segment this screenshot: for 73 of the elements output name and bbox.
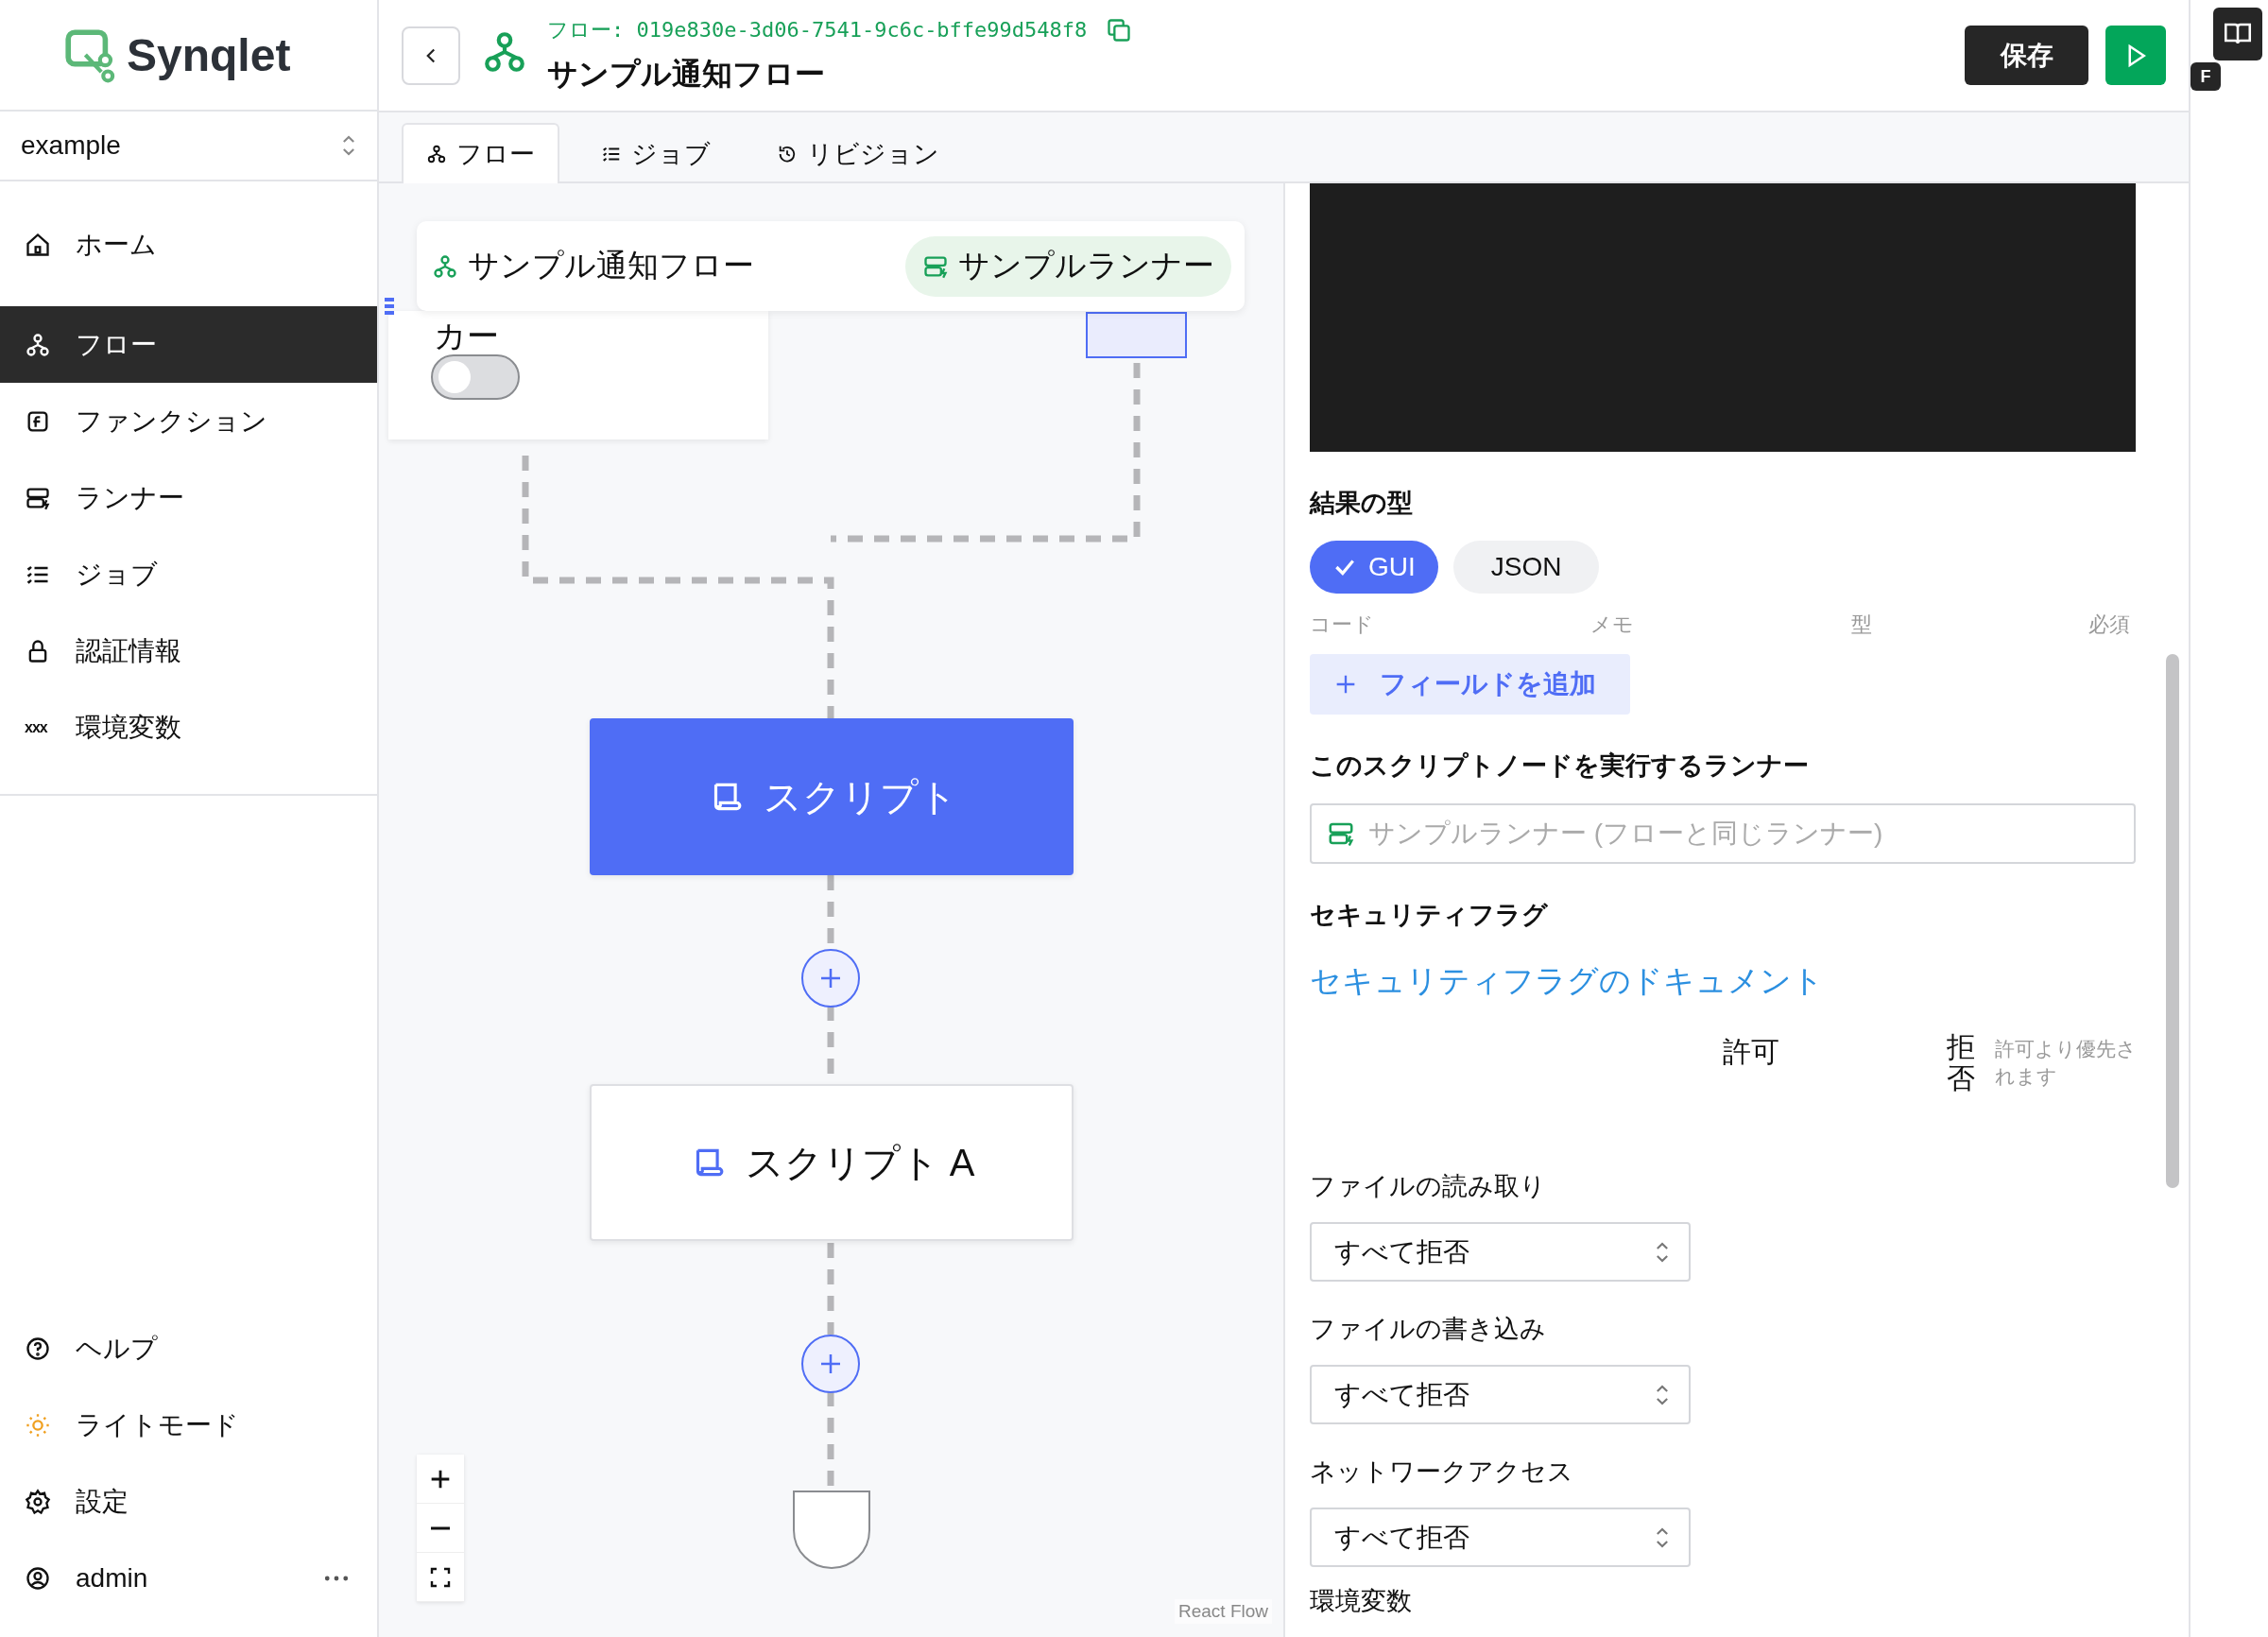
- run-button[interactable]: [2105, 26, 2166, 85]
- nav-item[interactable]: ジョブ: [0, 536, 377, 612]
- settings-icon: [25, 1488, 51, 1515]
- zoom-in-button[interactable]: [417, 1455, 464, 1504]
- column-header: コード: [1310, 612, 1374, 638]
- permission-select[interactable]: すべて拒否: [1310, 1365, 1691, 1424]
- handle-icon[interactable]: [383, 295, 396, 318]
- tab[interactable]: リビジョン: [752, 123, 964, 183]
- scrollbar[interactable]: [2166, 654, 2179, 1188]
- field-label: ネットワークアクセス: [1310, 1456, 1574, 1488]
- add-field-button[interactable]: フィールドを追加: [1310, 654, 1630, 715]
- copy-icon[interactable]: [1106, 16, 1133, 43]
- sidebar-link[interactable]: 設定: [0, 1463, 377, 1540]
- logo-icon: [64, 26, 117, 83]
- field-label: ファイルの読み取り: [1310, 1171, 1547, 1202]
- nav-item[interactable]: ファンクション: [0, 383, 377, 459]
- tab[interactable]: フロー: [402, 123, 559, 183]
- help-icon: [25, 1335, 51, 1362]
- permission-select[interactable]: すべて拒否: [1310, 1508, 1691, 1567]
- more-icon[interactable]: [324, 1574, 349, 1582]
- runner-chip[interactable]: サンプルランナー: [905, 235, 1231, 297]
- script-node[interactable]: スクリプト A: [590, 1084, 1074, 1241]
- nav-item[interactable]: ホーム: [0, 206, 377, 283]
- logo-text: Synqlet: [127, 28, 291, 81]
- permission-select[interactable]: すべて拒否: [1310, 1222, 1691, 1282]
- fullscreen-icon: [429, 1565, 452, 1589]
- end-node[interactable]: [793, 1491, 870, 1569]
- nav-item[interactable]: xxx 環境変数: [0, 689, 377, 766]
- user-icon: [25, 1564, 51, 1592]
- flow-title: サンプル通知フロー: [547, 55, 826, 93]
- flow-name: サンプル通知フロー: [468, 247, 754, 284]
- flow-icon: [432, 252, 458, 280]
- user-menu[interactable]: admin: [0, 1540, 377, 1616]
- flow-icon: [25, 331, 51, 358]
- sun-icon: [25, 1411, 51, 1439]
- column-header: 型: [1850, 612, 1872, 638]
- allow-header: 許可: [1723, 1035, 1779, 1069]
- nav-item[interactable]: フロー: [0, 306, 377, 383]
- workspace-select[interactable]: example: [0, 112, 377, 181]
- docs-button[interactable]: [2213, 8, 2262, 60]
- section-heading: このスクリプトノードを実行するランナー: [1310, 750, 1810, 782]
- column-header: 必須: [2088, 612, 2130, 638]
- runner-input[interactable]: サンプルランナー (フローと同じランナー): [1366, 818, 2134, 850]
- node-box[interactable]: [1086, 312, 1187, 358]
- section-heading: 結果の型: [1310, 488, 1414, 519]
- toggle-switch[interactable]: [431, 354, 520, 400]
- result-type-option[interactable]: JSON: [1452, 541, 1600, 594]
- sidebar-link[interactable]: ヘルプ: [0, 1310, 377, 1387]
- tab[interactable]: ジョブ: [576, 123, 735, 183]
- script-node[interactable]: スクリプト: [590, 718, 1074, 875]
- deny-note: 許可より優先されます: [1995, 1037, 2137, 1090]
- field-label: 環境変数: [1310, 1586, 1413, 1617]
- runner-field[interactable]: サンプルランナー (フローと同じランナー): [1310, 803, 2136, 864]
- nav-item[interactable]: ランナー: [0, 459, 377, 536]
- trigger-node[interactable]: カー: [388, 311, 768, 439]
- node-label: カー: [434, 317, 499, 355]
- result-type-option[interactable]: GUI: [1310, 541, 1438, 594]
- home-icon: [25, 231, 51, 258]
- flow-id: フロー: 019e830e-3d06-7541-9c6c-bffe99d548f8: [547, 16, 1088, 43]
- chevron-updown-icon: [341, 133, 356, 158]
- sidebar-link[interactable]: ライトモード: [0, 1387, 377, 1463]
- save-button[interactable]: 保存: [1965, 26, 2088, 85]
- section-heading: セキュリティフラグ: [1310, 900, 1549, 931]
- shortcut-badge: F: [2191, 62, 2221, 91]
- column-header: メモ: [1590, 612, 1635, 638]
- deny-header: 拒否: [1947, 1031, 1975, 1094]
- fit-view-button[interactable]: [417, 1553, 464, 1602]
- flow-icon: [426, 144, 447, 164]
- minus-icon: [431, 1525, 450, 1530]
- history-icon: [777, 144, 798, 164]
- variable-icon: xxx: [25, 718, 51, 736]
- nav-item[interactable]: 認証情報: [0, 612, 377, 689]
- field-label: ファイルの書き込み: [1310, 1314, 1547, 1345]
